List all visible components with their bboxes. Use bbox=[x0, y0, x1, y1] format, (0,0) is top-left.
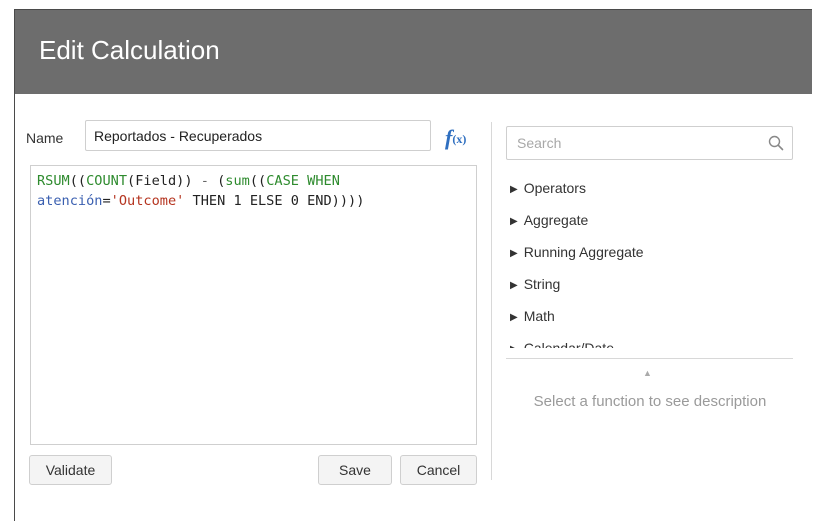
description-separator bbox=[506, 358, 793, 359]
code-token-plain: (Field)) bbox=[127, 173, 193, 189]
dialog-header: Edit Calculation bbox=[15, 10, 812, 94]
expand-arrow-icon: ▶ bbox=[510, 184, 518, 195]
code-token-plain: (( bbox=[249, 173, 267, 189]
function-description: Select a function to see description bbox=[533, 393, 767, 410]
function-category-label: Operators bbox=[523, 180, 586, 196]
dialog-title: Edit Calculation bbox=[39, 35, 220, 65]
code-token-fn: sum bbox=[225, 173, 250, 189]
code-token-plain: (( bbox=[69, 173, 87, 189]
function-category-label: String bbox=[523, 276, 561, 292]
expand-arrow-icon: ▶ bbox=[510, 344, 518, 348]
fx-subscript: (x) bbox=[452, 132, 467, 146]
function-category-item[interactable]: ▶ String bbox=[510, 276, 560, 298]
code-token-plain: = bbox=[102, 193, 111, 209]
function-category-label: Math bbox=[523, 308, 555, 324]
expand-arrow-icon: ▶ bbox=[510, 216, 518, 227]
code-token-field: atención bbox=[37, 193, 103, 209]
search-icon[interactable] bbox=[768, 135, 784, 151]
panel-divider bbox=[491, 122, 492, 480]
function-category-label: Aggregate bbox=[523, 212, 589, 228]
code-token-op: - bbox=[192, 173, 218, 189]
code-token-fn: COUNT bbox=[86, 173, 128, 189]
code-line: RSUM((COUNT(Field)) - (sum((CASE WHEN bbox=[37, 171, 364, 191]
function-category-item[interactable]: ▶ Operators bbox=[510, 180, 586, 202]
code-line: atención='Outcome' THEN 1 ELSE 0 END)))) bbox=[37, 191, 364, 211]
collapse-arrow-icon[interactable]: ▲ bbox=[643, 368, 652, 378]
function-search[interactable] bbox=[506, 126, 793, 160]
function-category-item[interactable]: ▶ Calendar/Date bbox=[510, 340, 614, 348]
code-token-str: 'Outcome' bbox=[110, 193, 185, 209]
function-category-item[interactable]: ▶ Math bbox=[510, 308, 555, 330]
code-token-fn: RSUM bbox=[37, 173, 70, 189]
name-label: Name bbox=[26, 130, 64, 146]
expression-code[interactable]: RSUM((COUNT(Field)) - (sum((CASE WHEN ate… bbox=[37, 171, 364, 211]
cancel-button[interactable]: Cancel bbox=[400, 455, 477, 485]
expression-editor[interactable]: RSUM((COUNT(Field)) - (sum((CASE WHEN ate… bbox=[30, 165, 477, 445]
expand-arrow-icon: ▶ bbox=[510, 248, 518, 259]
code-token-kw: CASE WHEN bbox=[266, 173, 340, 189]
save-button[interactable]: Save bbox=[318, 455, 392, 485]
expand-arrow-icon: ▶ bbox=[510, 280, 518, 291]
function-category-item[interactable]: ▶ Running Aggregate bbox=[510, 244, 644, 266]
function-category-item[interactable]: ▶ Aggregate bbox=[510, 212, 588, 234]
validate-button[interactable]: Validate bbox=[29, 455, 112, 485]
function-icon[interactable]: f(x) bbox=[445, 125, 466, 151]
function-category-list: ▶ Operators ▶ Aggregate ▶ Running Aggregate ▶ S… bbox=[506, 172, 793, 348]
name-input[interactable] bbox=[85, 120, 431, 151]
code-token-plain: THEN 1 ELSE 0 END)))) bbox=[184, 193, 365, 209]
expand-arrow-icon: ▶ bbox=[510, 312, 518, 323]
search-input[interactable] bbox=[507, 127, 777, 159]
function-category-label: Running Aggregate bbox=[523, 244, 644, 260]
function-category-label: Calendar/Date bbox=[523, 340, 614, 348]
